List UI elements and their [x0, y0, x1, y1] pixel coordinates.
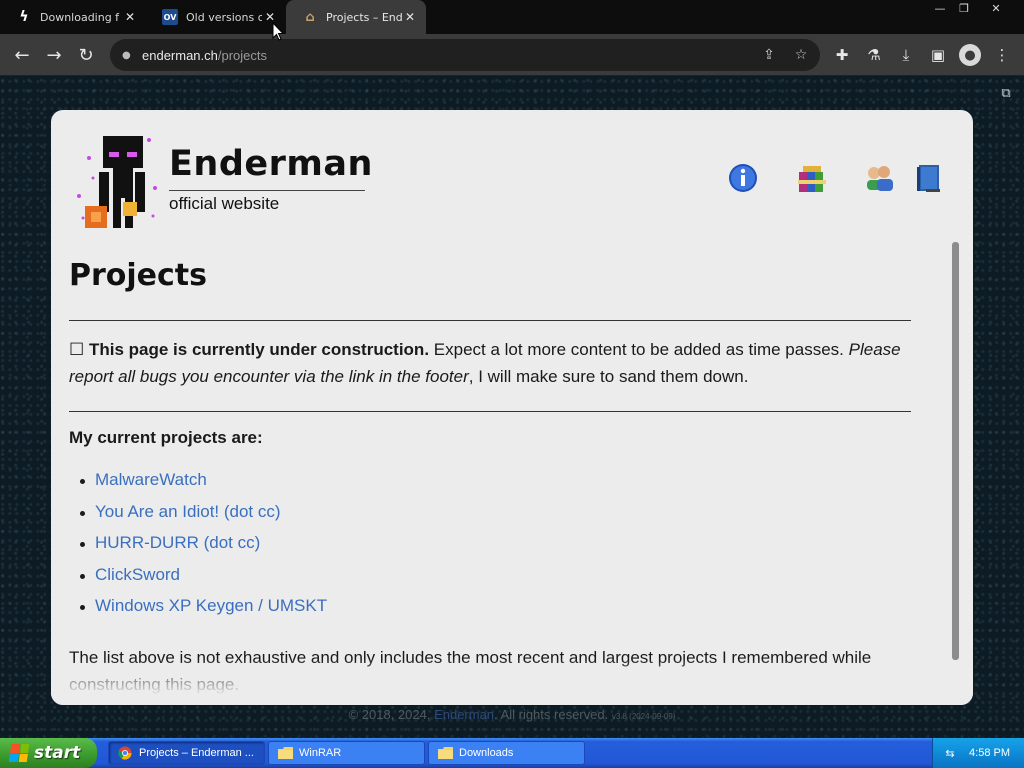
winrar-books-icon[interactable] — [795, 160, 831, 196]
browser-toolbar: ← → ↻ ● enderman.ch/projects ⇪ ☆ ✚ ⚗ ⤓ ▣… — [0, 34, 1024, 76]
construction-icon: ☐ — [69, 340, 85, 359]
list-item: MalwareWatch — [79, 470, 327, 502]
side-panel-icon[interactable]: ▣ — [927, 44, 949, 66]
system-tray: ⇆ 4:58 PM — [932, 738, 1024, 768]
project-link-xp-keygen[interactable]: Windows XP Keygen / UMSKT — [95, 596, 327, 615]
labs-flask-icon[interactable]: ⚗ — [863, 44, 885, 66]
footer: © 2018, 2024, Enderman. All rights reser… — [0, 707, 1024, 722]
reload-icon[interactable]: ↻ — [74, 43, 98, 67]
enderman-icon: ⌂ — [305, 9, 315, 25]
start-button[interactable]: start — [0, 738, 97, 768]
minimize-icon[interactable]: — — [928, 0, 952, 16]
close-tab-icon[interactable]: ✕ — [122, 9, 138, 25]
divider — [69, 320, 911, 321]
page-title: Projects — [69, 258, 208, 293]
restore-icon[interactable]: ❐ — [952, 0, 976, 16]
start-label: start — [34, 743, 81, 763]
taskbar: start Projects – Enderman ... WinRAR Dow… — [0, 738, 1024, 768]
list-item: ClickSword — [79, 565, 327, 597]
tab-title: Old versions o — [186, 10, 262, 24]
construction-notice: ☐ This page is currently under construct… — [69, 336, 929, 390]
project-link-you-are-an-idiot[interactable]: You Are an Idiot! (dot cc) — [95, 502, 281, 521]
list-item: HURR-DURR (dot cc) — [79, 533, 327, 565]
back-icon[interactable]: ← — [10, 43, 34, 67]
guestbook-icon[interactable] — [911, 160, 947, 196]
footer-version: v3.8 (2024-09-09) — [611, 712, 676, 721]
footer-copyright: © 2018, 2024, — [348, 707, 435, 722]
url-host: enderman.ch — [142, 47, 218, 63]
taskbar-item-downloads[interactable]: Downloads — [428, 741, 585, 765]
projects-content: Projects ☐ This page is currently under … — [51, 238, 973, 705]
projects-subheading: My current projects are: — [69, 428, 263, 447]
menu-kebab-icon[interactable]: ⋮ — [991, 44, 1013, 66]
notice-text: Expect a lot more content to be added as… — [429, 340, 849, 359]
windows-flag-icon — [8, 744, 30, 762]
list-item: Windows XP Keygen / UMSKT — [79, 596, 327, 628]
scroll-fade — [51, 659, 973, 705]
notice-end: , I will make sure to sand them down. — [468, 367, 749, 386]
footer-author-link[interactable]: Enderman — [434, 707, 494, 722]
taskbar-item-label: WinRAR — [299, 747, 342, 759]
scrollbar[interactable] — [952, 242, 959, 660]
forward-icon[interactable]: → — [42, 43, 66, 67]
divider — [69, 411, 911, 412]
tab-projects[interactable]: ⌂ Projects – End ✕ — [286, 0, 426, 34]
taskbar-item-chrome[interactable]: Projects – Enderman ... — [108, 741, 265, 765]
close-tab-icon[interactable]: ✕ — [402, 9, 418, 25]
info-icon[interactable] — [725, 160, 761, 196]
projects-list: MalwareWatch You Are an Idiot! (dot cc) … — [79, 470, 327, 628]
mouse-cursor-icon — [272, 22, 284, 41]
site-title[interactable]: Enderman — [169, 144, 373, 184]
tab-title: Projects – End — [326, 10, 402, 24]
chrome-icon — [117, 746, 133, 760]
translate-icon[interactable]: ⧉ — [998, 85, 1014, 101]
url-text[interactable]: enderman.ch/projects — [142, 48, 267, 63]
share-icon[interactable]: ⇪ — [760, 46, 778, 64]
tab-old-versions[interactable]: OV Old versions o ✕ — [146, 0, 286, 34]
taskbar-item-label: Projects – Enderman ... — [139, 747, 254, 759]
tab-downloading[interactable]: ϟ Downloading f ✕ — [0, 0, 146, 34]
site-tagline: official website — [169, 194, 280, 213]
footer-rights: . All rights reserved. — [494, 707, 609, 722]
download-icon[interactable]: ⤓ — [895, 44, 917, 66]
lock-icon[interactable]: ● — [122, 50, 132, 61]
close-window-icon[interactable]: ✕ — [976, 0, 1016, 16]
url-path: /projects — [217, 47, 268, 63]
project-link-clicksword[interactable]: ClickSword — [95, 565, 180, 584]
folder-icon — [277, 746, 293, 760]
oldversion-icon: OV — [162, 9, 178, 25]
project-link-malwarewatch[interactable]: MalwareWatch — [95, 470, 207, 489]
clock[interactable]: 4:58 PM — [969, 747, 1010, 759]
address-bar[interactable]: ● enderman.ch/projects ⇪ ☆ — [110, 39, 820, 71]
users-icon[interactable] — [861, 160, 897, 196]
title-divider — [169, 190, 365, 191]
project-link-hurr-durr[interactable]: HURR-DURR (dot cc) — [95, 533, 260, 552]
tab-title: Downloading f — [40, 10, 120, 24]
network-icon[interactable]: ⇆ — [943, 746, 957, 760]
tab-strip: ϟ Downloading f ✕ OV Old versions o ✕ ⌂ … — [0, 0, 1024, 34]
folder-icon — [437, 746, 453, 760]
lightning-icon: ϟ — [19, 9, 29, 25]
list-item: You Are an Idiot! (dot cc) — [79, 502, 327, 534]
enderman-logo — [77, 136, 157, 228]
window-controls: — ❐ ✕ — [928, 0, 1016, 18]
bookmark-star-icon[interactable]: ☆ — [792, 46, 810, 64]
extensions-icon[interactable]: ✚ — [831, 44, 853, 66]
page-viewport: ⧉ Enderman official website Projects ☐ T… — [0, 77, 1024, 738]
taskbar-item-label: Downloads — [459, 747, 514, 759]
taskbar-item-winrar[interactable]: WinRAR — [268, 741, 425, 765]
content-card: Enderman official website Projects ☐ Thi… — [51, 110, 973, 705]
profile-avatar-icon[interactable]: ● — [959, 44, 981, 66]
notice-bold: This page is currently under constructio… — [88, 340, 430, 359]
